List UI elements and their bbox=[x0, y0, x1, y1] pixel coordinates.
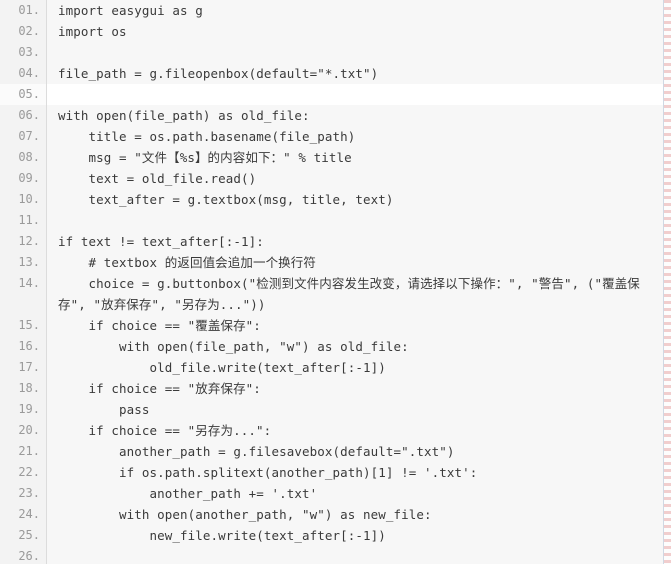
code-line-text[interactable] bbox=[47, 42, 664, 63]
code-line-text[interactable]: import os bbox=[47, 21, 664, 42]
code-line-row[interactable]: 26. bbox=[0, 546, 664, 564]
line-number: 17. bbox=[0, 357, 47, 378]
line-number: 23. bbox=[0, 483, 47, 504]
code-line-row[interactable]: 20. if choice == "另存为...": bbox=[0, 420, 664, 441]
line-number: 21. bbox=[0, 441, 47, 462]
code-line-text[interactable] bbox=[47, 546, 664, 564]
code-line-row[interactable]: 11. bbox=[0, 210, 664, 231]
code-line-row[interactable]: 18. if choice == "放弃保存": bbox=[0, 378, 664, 399]
code-line-text[interactable]: new_file.write(text_after[:-1]) bbox=[47, 525, 664, 546]
code-line-text[interactable] bbox=[47, 84, 664, 105]
code-line-row[interactable]: 21. another_path = g.filesavebox(default… bbox=[0, 441, 664, 462]
code-line-text[interactable]: with open(file_path) as old_file: bbox=[47, 105, 664, 126]
code-line-row[interactable]: 17. old_file.write(text_after[:-1]) bbox=[0, 357, 664, 378]
line-number: 07. bbox=[0, 126, 47, 147]
code-viewer[interactable]: 01. import easygui as g 02. import os 03. 04.… bbox=[0, 0, 671, 564]
line-number: 20. bbox=[0, 420, 47, 441]
code-line-row[interactable]: 07. title = os.path.basename(file_path) bbox=[0, 126, 664, 147]
line-number: 11. bbox=[0, 210, 47, 231]
code-line-row[interactable]: 06. with open(file_path) as old_file: bbox=[0, 105, 664, 126]
line-number: 10. bbox=[0, 189, 47, 210]
line-number: 09. bbox=[0, 168, 47, 189]
line-number: 03. bbox=[0, 42, 47, 63]
code-line-row[interactable]: 08. msg = "文件【%s】的内容如下：" % title bbox=[0, 147, 664, 168]
line-number: 02. bbox=[0, 21, 47, 42]
line-number: 15. bbox=[0, 315, 47, 336]
code-line-row[interactable]: 14. choice = g.buttonbox("检测到文件内容发生改变，请选… bbox=[0, 273, 664, 315]
line-number: 26. bbox=[0, 546, 47, 564]
code-line-row[interactable]: 25. new_file.write(text_after[:-1]) bbox=[0, 525, 664, 546]
line-number: 01. bbox=[0, 0, 47, 21]
code-line-row[interactable]: 23. another_path += '.txt' bbox=[0, 483, 664, 504]
code-line-text[interactable]: text = old_file.read() bbox=[47, 168, 664, 189]
code-line-text[interactable]: import easygui as g bbox=[47, 0, 664, 21]
code-line-row[interactable]: 01. import easygui as g bbox=[0, 0, 664, 21]
code-line-text[interactable]: choice = g.buttonbox("检测到文件内容发生改变，请选择以下操… bbox=[47, 273, 664, 315]
line-number: 24. bbox=[0, 504, 47, 525]
line-number: 22. bbox=[0, 462, 47, 483]
line-number: 25. bbox=[0, 525, 47, 546]
code-line-text[interactable]: if choice == "覆盖保存": bbox=[47, 315, 664, 336]
code-line-row[interactable]: 15. if choice == "覆盖保存": bbox=[0, 315, 664, 336]
code-listing-body: 01. import easygui as g 02. import os 03. 04.… bbox=[0, 0, 664, 564]
line-number: 18. bbox=[0, 378, 47, 399]
line-number: 06. bbox=[0, 105, 47, 126]
code-line-text[interactable] bbox=[47, 210, 664, 231]
code-line-row[interactable]: 22. if os.path.splitext(another_path)[1]… bbox=[0, 462, 664, 483]
code-line-text[interactable]: another_path += '.txt' bbox=[47, 483, 664, 504]
code-line-text[interactable]: if os.path.splitext(another_path)[1] != … bbox=[47, 462, 664, 483]
code-line-text[interactable]: if choice == "另存为...": bbox=[47, 420, 664, 441]
code-line-text[interactable]: file_path = g.fileopenbox(default="*.txt… bbox=[47, 63, 664, 84]
line-number: 19. bbox=[0, 399, 47, 420]
code-line-text[interactable]: another_path = g.filesavebox(default=".t… bbox=[47, 441, 664, 462]
code-line-row[interactable]: 10. text_after = g.textbox(msg, title, t… bbox=[0, 189, 664, 210]
code-line-row[interactable]: 13. # textbox 的返回值会追加一个换行符 bbox=[0, 252, 664, 273]
code-listing-table: 01. import easygui as g 02. import os 03. 04.… bbox=[0, 0, 664, 564]
code-line-row[interactable]: 09. text = old_file.read() bbox=[0, 168, 664, 189]
code-line-text[interactable]: text_after = g.textbox(msg, title, text) bbox=[47, 189, 664, 210]
code-line-text[interactable]: with open(another_path, "w") as new_file… bbox=[47, 504, 664, 525]
code-line-row[interactable]: 02. import os bbox=[0, 21, 664, 42]
code-line-text[interactable]: msg = "文件【%s】的内容如下：" % title bbox=[47, 147, 664, 168]
code-line-text[interactable]: title = os.path.basename(file_path) bbox=[47, 126, 664, 147]
code-line-text[interactable]: pass bbox=[47, 399, 664, 420]
code-line-text[interactable]: with open(file_path, "w") as old_file: bbox=[47, 336, 664, 357]
code-line-row[interactable]: 24. with open(another_path, "w") as new_… bbox=[0, 504, 664, 525]
code-line-row[interactable]: 05. bbox=[0, 84, 664, 105]
code-line-row[interactable]: 12. if text != text_after[:-1]: bbox=[0, 231, 664, 252]
code-line-text[interactable]: # textbox 的返回值会追加一个换行符 bbox=[47, 252, 664, 273]
line-number: 16. bbox=[0, 336, 47, 357]
code-line-text[interactable]: if choice == "放弃保存": bbox=[47, 378, 664, 399]
line-number: 04. bbox=[0, 63, 47, 84]
line-number: 13. bbox=[0, 252, 47, 273]
line-number: 05. bbox=[0, 84, 47, 105]
line-number: 14. bbox=[0, 273, 47, 315]
line-number: 12. bbox=[0, 231, 47, 252]
code-line-text[interactable]: if text != text_after[:-1]: bbox=[47, 231, 664, 252]
line-number: 08. bbox=[0, 147, 47, 168]
code-line-row[interactable]: 04. file_path = g.fileopenbox(default="*.… bbox=[0, 63, 664, 84]
code-line-row[interactable]: 03. bbox=[0, 42, 664, 63]
code-line-row[interactable]: 16. with open(file_path, "w") as old_fil… bbox=[0, 336, 664, 357]
code-line-text[interactable]: old_file.write(text_after[:-1]) bbox=[47, 357, 664, 378]
page-edge-decoration bbox=[664, 0, 671, 564]
code-line-row[interactable]: 19. pass bbox=[0, 399, 664, 420]
